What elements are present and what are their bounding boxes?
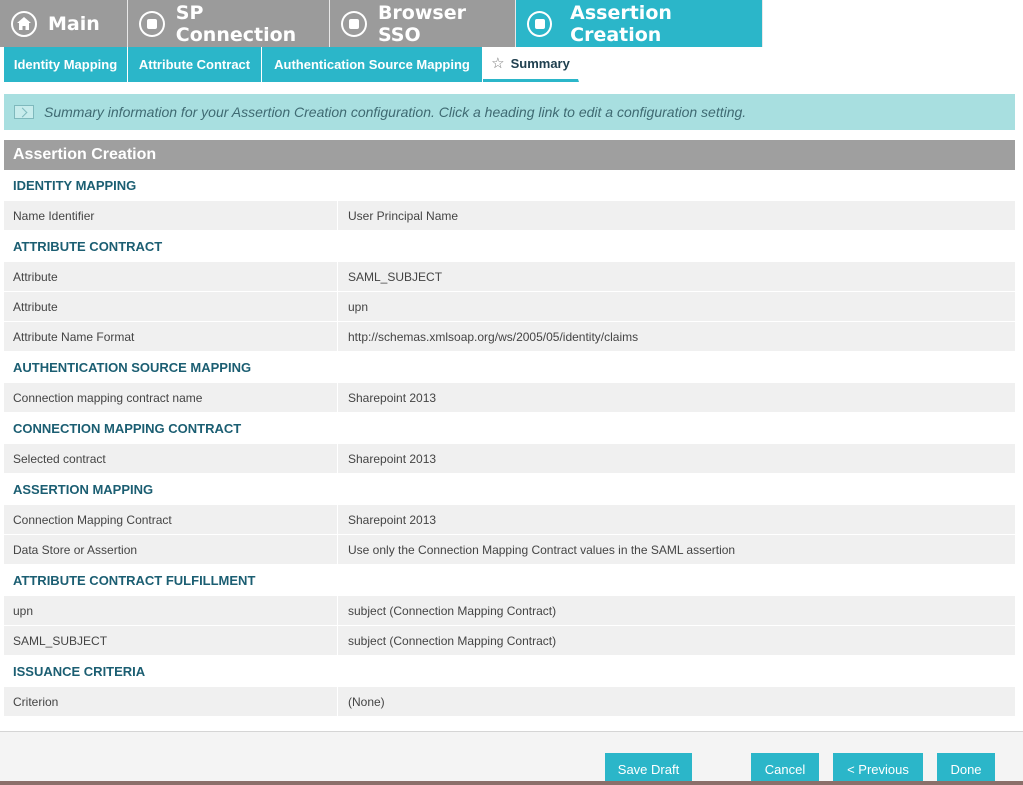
summary-title: Assertion Creation <box>4 140 1015 170</box>
row-value: Sharepoint 2013 <box>348 451 437 466</box>
subtab-attribute-contract[interactable]: Attribute Contract <box>128 47 262 82</box>
row-key: Selected contract <box>4 444 338 473</box>
tab-browser-sso-label: Browser SSO <box>377 1 466 46</box>
tab-browser-sso[interactable]: Browser SSO <box>330 0 516 47</box>
subtab-authentication-source-mapping[interactable]: Authentication Source Mapping <box>262 47 483 82</box>
section-heading-identity-mapping[interactable]: IDENTITY MAPPING <box>4 170 1015 201</box>
section-heading-authentication-source-mapping[interactable]: AUTHENTICATION SOURCE MAPPING <box>4 352 1015 383</box>
bottom-divider <box>0 781 1023 785</box>
tab-sp-connection-label: SP Connection <box>175 1 297 46</box>
table-row: Attribute SAML_SUBJECT <box>4 262 1015 292</box>
circle-square-icon <box>139 10 165 37</box>
row-key: Connection Mapping Contract <box>4 505 338 534</box>
row-key: Attribute <box>4 292 338 321</box>
row-value: http://schemas.xmlsoap.org/ws/2005/05/id… <box>348 329 639 344</box>
row-key: Name Identifier <box>4 201 338 230</box>
subtab-identity-mapping[interactable]: Identity Mapping <box>4 47 128 82</box>
table-row: Criterion (None) <box>4 687 1015 717</box>
tab-sp-connection[interactable]: SP Connection <box>128 0 330 47</box>
tab-main[interactable]: Main <box>0 0 128 47</box>
row-key: Data Store or Assertion <box>4 535 338 564</box>
table-row: Name Identifier User Principal Name <box>4 201 1015 231</box>
section-heading-attribute-contract-fulfillment[interactable]: ATTRIBUTE CONTRACT FULFILLMENT <box>4 565 1015 596</box>
info-banner: Summary information for your Assertion C… <box>4 94 1015 130</box>
footer-bar: Save Draft Cancel < Previous Done <box>0 731 1023 785</box>
row-value: (None) <box>348 694 385 709</box>
subtab-authentication-source-mapping-label: Authentication Source Mapping <box>274 57 470 72</box>
row-key: SAML_SUBJECT <box>4 626 338 655</box>
subtab-summary[interactable]: ☆ Summary <box>483 47 579 82</box>
row-key: Criterion <box>4 687 338 716</box>
table-row: Connection mapping contract name Sharepo… <box>4 383 1015 413</box>
home-icon <box>11 10 37 37</box>
row-value: SAML_SUBJECT <box>348 269 443 284</box>
table-row: SAML_SUBJECT subject (Connection Mapping… <box>4 626 1015 656</box>
top-navigation: Main SP Connection Browser SSO Assertion… <box>0 0 1023 47</box>
row-value: Use only the Connection Mapping Contract… <box>348 542 736 557</box>
table-row: Connection Mapping Contract Sharepoint 2… <box>4 505 1015 535</box>
table-row: Data Store or Assertion Use only the Con… <box>4 535 1015 565</box>
subtab-summary-label: Summary <box>510 55 570 71</box>
info-banner-text: Summary information for your Assertion C… <box>44 104 747 120</box>
section-heading-attribute-contract[interactable]: ATTRIBUTE CONTRACT <box>4 231 1015 262</box>
row-value: Sharepoint 2013 <box>348 390 437 405</box>
table-row: Attribute upn <box>4 292 1015 322</box>
section-heading-assertion-mapping[interactable]: ASSERTION MAPPING <box>4 474 1015 505</box>
table-row: Selected contract Sharepoint 2013 <box>4 444 1015 474</box>
section-heading-issuance-criteria[interactable]: ISSUANCE CRITERIA <box>4 656 1015 687</box>
row-value: subject (Connection Mapping Contract) <box>348 633 557 648</box>
tab-assertion-creation-label: Assertion Creation <box>570 1 672 46</box>
info-icon <box>14 105 34 119</box>
sub-navigation: Identity Mapping Attribute Contract Auth… <box>0 47 1023 82</box>
row-value: subject (Connection Mapping Contract) <box>348 603 557 618</box>
row-value: upn <box>348 299 369 314</box>
summary-panel: Assertion Creation IDENTITY MAPPING Name… <box>4 140 1015 717</box>
section-heading-connection-mapping-contract[interactable]: CONNECTION MAPPING CONTRACT <box>4 413 1015 444</box>
tab-assertion-creation[interactable]: Assertion Creation <box>516 0 763 47</box>
row-key: upn <box>4 596 338 625</box>
row-key: Attribute <box>4 262 338 291</box>
circle-square-icon <box>527 10 553 37</box>
subtab-attribute-contract-label: Attribute Contract <box>138 57 251 72</box>
tab-main-label: Main <box>48 12 100 35</box>
row-value: User Principal Name <box>348 208 459 223</box>
table-row: Attribute Name Format http://schemas.xml… <box>4 322 1015 352</box>
row-key: Attribute Name Format <box>4 322 338 351</box>
table-row: upn subject (Connection Mapping Contract… <box>4 596 1015 626</box>
subtab-identity-mapping-label: Identity Mapping <box>13 57 118 72</box>
row-key: Connection mapping contract name <box>4 383 338 412</box>
star-icon: ☆ <box>491 55 505 72</box>
circle-square-icon <box>341 10 367 37</box>
row-value: Sharepoint 2013 <box>348 512 437 527</box>
